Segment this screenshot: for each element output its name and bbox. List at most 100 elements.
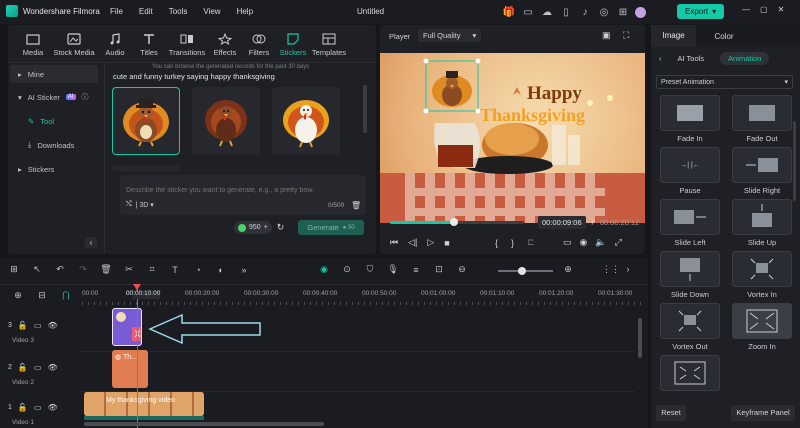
step-back-icon[interactable]: ◁| (408, 237, 417, 248)
play-icon[interactable]: ▷ (427, 237, 434, 248)
track-settings-icon[interactable]: ⋮⋮ (602, 264, 620, 275)
keyframe-panel-button[interactable]: Keyframe Panel (731, 405, 795, 421)
anim-slide-left[interactable] (660, 199, 720, 235)
subtab-ai-tools[interactable]: AI Tools (678, 54, 705, 63)
eye-icon[interactable]: 👁 (47, 321, 57, 330)
tab-effects[interactable]: Effects (210, 33, 240, 57)
mark-out-icon[interactable]: } (511, 238, 514, 248)
anim-slide-down[interactable] (660, 251, 720, 287)
cloud-icon[interactable]: ☁ (540, 5, 554, 19)
grid-layout-icon[interactable]: ⊞ (8, 264, 20, 275)
anim-vortex-out[interactable] (660, 303, 720, 339)
sticker-thumb[interactable] (112, 87, 180, 155)
generate-button[interactable]: Generate ● 50 (298, 220, 364, 235)
more-icon[interactable]: » (238, 265, 250, 275)
add-track-icon[interactable]: ⊕ (12, 290, 24, 301)
timeline-menu-icon[interactable]: › (622, 264, 634, 274)
quality-dropdown[interactable]: Full Quality ▾ (418, 29, 482, 42)
subtab-animation[interactable]: Animation (720, 52, 770, 65)
prev-frame-icon[interactable]: ⏮ (390, 237, 398, 248)
mark-icon[interactable]: ⊡ (433, 264, 445, 275)
magnet-icon[interactable]: ⋂ (60, 290, 72, 301)
anim-slide-up[interactable] (732, 199, 792, 235)
marker-icon[interactable]: ⊏ (527, 237, 535, 248)
bell-icon[interactable]: ♪ (578, 5, 592, 19)
close-icon[interactable]: ✕ (778, 5, 785, 14)
zoom-out-icon[interactable]: ⊖ (456, 264, 468, 275)
crop-icon[interactable]: ⌗ (146, 264, 158, 275)
tab-media[interactable]: Media (18, 33, 48, 57)
select-tool-icon[interactable]: ↖ (31, 264, 43, 275)
text-icon[interactable]: T (169, 265, 181, 275)
tab-transitions[interactable]: Transitions (168, 33, 206, 57)
tab-image[interactable]: Image (651, 25, 696, 47)
cut-icon[interactable]: ✂ (123, 264, 135, 275)
render-icon[interactable]: ◉ (318, 264, 330, 275)
sticker-scrollbar[interactable] (363, 85, 367, 133)
color-icon[interactable]: ◐ (215, 265, 227, 275)
anim-zoom-in[interactable] (732, 303, 792, 339)
export-button[interactable]: Export ▾ (677, 4, 725, 19)
mark-in-icon[interactable]: { (495, 238, 498, 248)
preset-animation-dropdown[interactable]: Preset Animation ▾ (656, 75, 793, 89)
minimize-icon[interactable]: — (742, 5, 750, 14)
anim-slide-right[interactable] (732, 147, 792, 183)
menu-tools[interactable]: Tools (169, 7, 188, 16)
ratio-dropdown[interactable]: | 3D ▾ (136, 201, 154, 209)
sticker-thumb[interactable] (272, 87, 340, 155)
audio-icon[interactable]: ▭ (34, 321, 42, 330)
list-icon[interactable]: ≡ (410, 265, 422, 275)
display-icon[interactable]: ▭ (563, 237, 572, 248)
lock-icon[interactable]: 🔓 (18, 363, 28, 372)
avatar[interactable] (635, 6, 646, 18)
sticker-description-input[interactable] (126, 184, 358, 196)
tab-titles[interactable]: Titles (134, 33, 164, 57)
playhead-knob[interactable] (450, 218, 459, 226)
tablet-icon[interactable]: ▯ (559, 5, 573, 19)
anim-pause[interactable]: →| |← (660, 147, 720, 183)
audio-icon[interactable]: ▭ (34, 403, 42, 412)
panel-scrollbar[interactable] (793, 121, 796, 201)
screen-icon[interactable]: ▭ (521, 5, 535, 19)
sidebar-item-downloads[interactable]: ⤓ Downloads (10, 136, 98, 154)
eye-icon[interactable]: 👁 (47, 363, 57, 372)
tab-color[interactable]: Color (704, 32, 744, 41)
sticker-thumb[interactable] (192, 87, 260, 155)
speed-icon[interactable]: ◔ (192, 265, 204, 275)
snapshot-icon[interactable]: ▣ (602, 30, 611, 41)
shuffle-icon[interactable]: ⤭ (126, 201, 132, 209)
zoom-slider[interactable] (498, 267, 553, 275)
refresh-icon[interactable]: ↻ (277, 222, 285, 233)
sidebar-item-ai-sticker[interactable]: ▾ AI Sticker AI ⓘ (10, 88, 98, 106)
zoom-in-icon[interactable]: ⊕ (562, 264, 574, 275)
redo-icon[interactable]: ↷ (77, 264, 89, 275)
stop-icon[interactable]: ■ (444, 238, 449, 248)
snap-icon[interactable]: ⊙ (341, 264, 353, 275)
zoom-knob[interactable] (518, 267, 526, 275)
lock-icon[interactable]: 🔓 (18, 321, 28, 330)
reset-button[interactable]: Reset (656, 405, 686, 421)
add-credit-icon[interactable]: + (264, 224, 268, 231)
video-preview[interactable]: Happy Thanksgiving (380, 53, 645, 223)
link-icon[interactable]: ⊟ (36, 290, 48, 301)
time-ruler[interactable]: 00:00 00:00:10:00 00:00:20:00 00:00:30:0… (82, 290, 642, 302)
headset-icon[interactable]: ◎ (597, 5, 611, 19)
sidebar-item-stickers[interactable]: ▸ Stickers (10, 160, 98, 178)
progress-track[interactable] (390, 218, 524, 226)
tab-stickers[interactable]: Stickers (278, 33, 308, 57)
menu-view[interactable]: View (203, 7, 220, 16)
timeline-vscrollbar[interactable] (638, 318, 642, 358)
fullscreen-icon[interactable]: ⛶ (623, 30, 629, 41)
clip-title[interactable]: ◍ Th... (112, 350, 148, 388)
grid-icon[interactable]: ⊞ (616, 5, 630, 19)
menu-help[interactable]: Help (237, 7, 253, 16)
maximize-icon[interactable]: ▢ (760, 5, 768, 14)
mic-icon[interactable]: 🎙 (387, 264, 399, 275)
audio-icon[interactable]: ▭ (34, 363, 42, 372)
anim-fade-in[interactable] (660, 95, 720, 131)
undo-icon[interactable]: ↶ (54, 264, 66, 275)
gift-icon[interactable]: 🎁 (502, 5, 516, 19)
timeline-playhead[interactable] (133, 284, 141, 428)
volume-icon[interactable]: 🔈 (595, 237, 606, 248)
menu-edit[interactable]: Edit (139, 7, 153, 16)
